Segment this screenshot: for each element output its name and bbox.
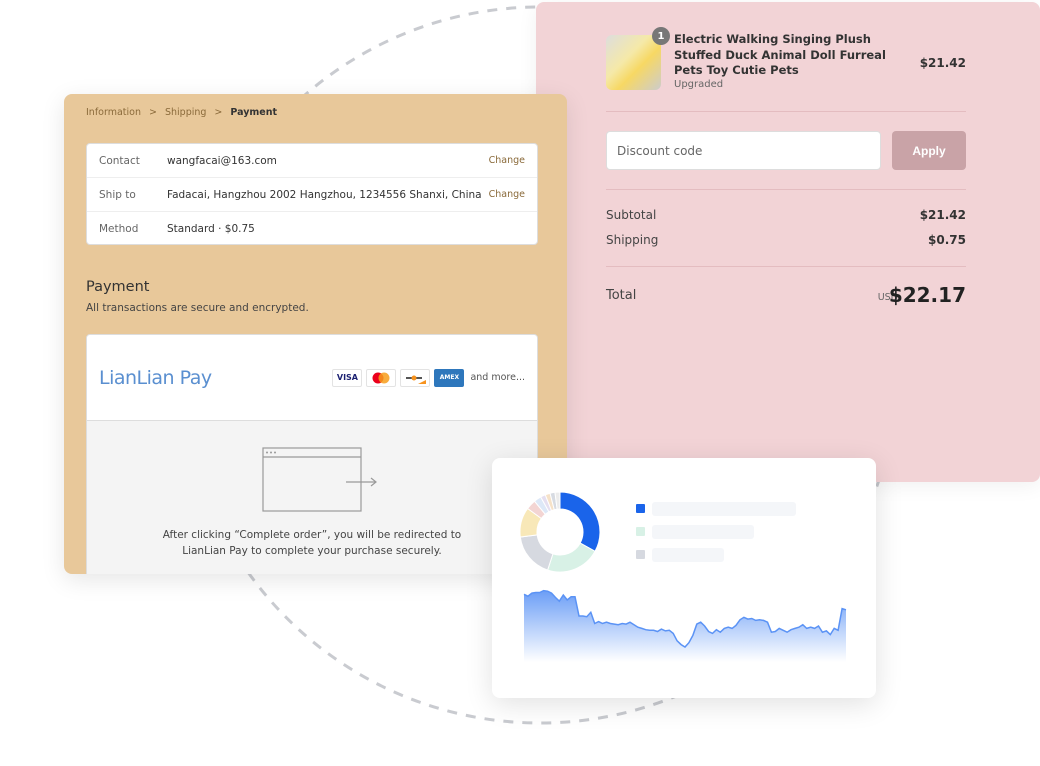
analytics-card (492, 458, 876, 698)
change-address-link[interactable]: Change (489, 189, 525, 200)
legend-swatch-2 (636, 527, 645, 536)
shipping-label: Shipping (606, 233, 659, 247)
donut-chart (519, 491, 601, 573)
divider (606, 189, 966, 190)
breadcrumb-shipping[interactable]: Shipping (165, 107, 206, 118)
mastercard-icon (366, 368, 397, 387)
chevron-right-icon: > (214, 107, 223, 118)
contact-row: Contact wangfacai@163.com Change (87, 144, 537, 178)
payment-method-box: LianLian Pay VISA AMEX and more... After… (86, 334, 538, 574)
legend-label-placeholder (652, 548, 724, 562)
breadcrumb: Information > Shipping > Payment (86, 107, 277, 118)
divider (606, 111, 966, 112)
lianlian-pay-logo: LianLian Pay (99, 366, 212, 389)
legend-swatch-1 (636, 504, 645, 513)
order-summary-panel: 1 Electric Walking Singing Plush Stuffed… (536, 2, 1040, 482)
and-more-text: and more... (470, 372, 525, 383)
ship-to-value: Fadacai, Hangzhou 2002 Hangzhou, 1234556… (167, 188, 482, 201)
donut-slice (559, 491, 601, 552)
legend-label-placeholder (652, 502, 796, 516)
payment-subtitle: All transactions are secure and encrypte… (86, 302, 309, 314)
payment-title: Payment (86, 279, 150, 295)
breadcrumb-information[interactable]: Information (86, 107, 141, 118)
browser-redirect-icon (262, 447, 377, 512)
legend-swatch-3 (636, 550, 645, 559)
product-price: $21.42 (919, 56, 966, 70)
total-value: $22.17 (888, 283, 966, 307)
redirect-message: After clicking “Complete order”, you wil… (162, 529, 462, 557)
visa-icon: VISA (332, 368, 363, 387)
subtotal-label: Subtotal (606, 208, 657, 222)
product-title: Electric Walking Singing Plush Stuffed D… (674, 32, 886, 77)
quantity-badge: 1 (652, 27, 670, 45)
breadcrumb-payment: Payment (230, 107, 278, 118)
discount-code-input[interactable]: Discount code (606, 131, 881, 170)
payment-provider-option[interactable]: LianLian Pay VISA AMEX and more... (87, 335, 537, 421)
method-label: Method (99, 223, 139, 235)
subtotal-value: $21.42 (919, 208, 966, 222)
apply-button[interactable]: Apply (892, 131, 966, 170)
area-fill (524, 590, 846, 662)
product-thumbnail (606, 35, 661, 90)
amex-icon: AMEX (434, 368, 465, 387)
review-box: Contact wangfacai@163.com Change Ship to… (86, 143, 538, 245)
contact-label: Contact (99, 154, 140, 167)
method-row: Method Standard · $0.75 (87, 212, 537, 246)
ship-to-row: Ship to Fadacai, Hangzhou 2002 Hangzhou,… (87, 178, 537, 212)
donut-slice (547, 542, 596, 573)
change-contact-link[interactable]: Change (489, 155, 525, 166)
product-variant: Upgraded (674, 79, 724, 90)
discover-icon (400, 368, 431, 387)
contact-value: wangfacai@163.com (167, 154, 277, 167)
divider (606, 266, 966, 267)
method-value: Standard · $0.75 (167, 223, 255, 235)
area-chart (523, 589, 847, 662)
legend-label-placeholder (652, 525, 754, 539)
donut-slice (519, 534, 554, 571)
ship-to-label: Ship to (99, 188, 136, 201)
total-label: Total (606, 288, 637, 303)
shipping-value: $0.75 (928, 233, 966, 247)
chevron-right-icon: > (149, 107, 157, 118)
